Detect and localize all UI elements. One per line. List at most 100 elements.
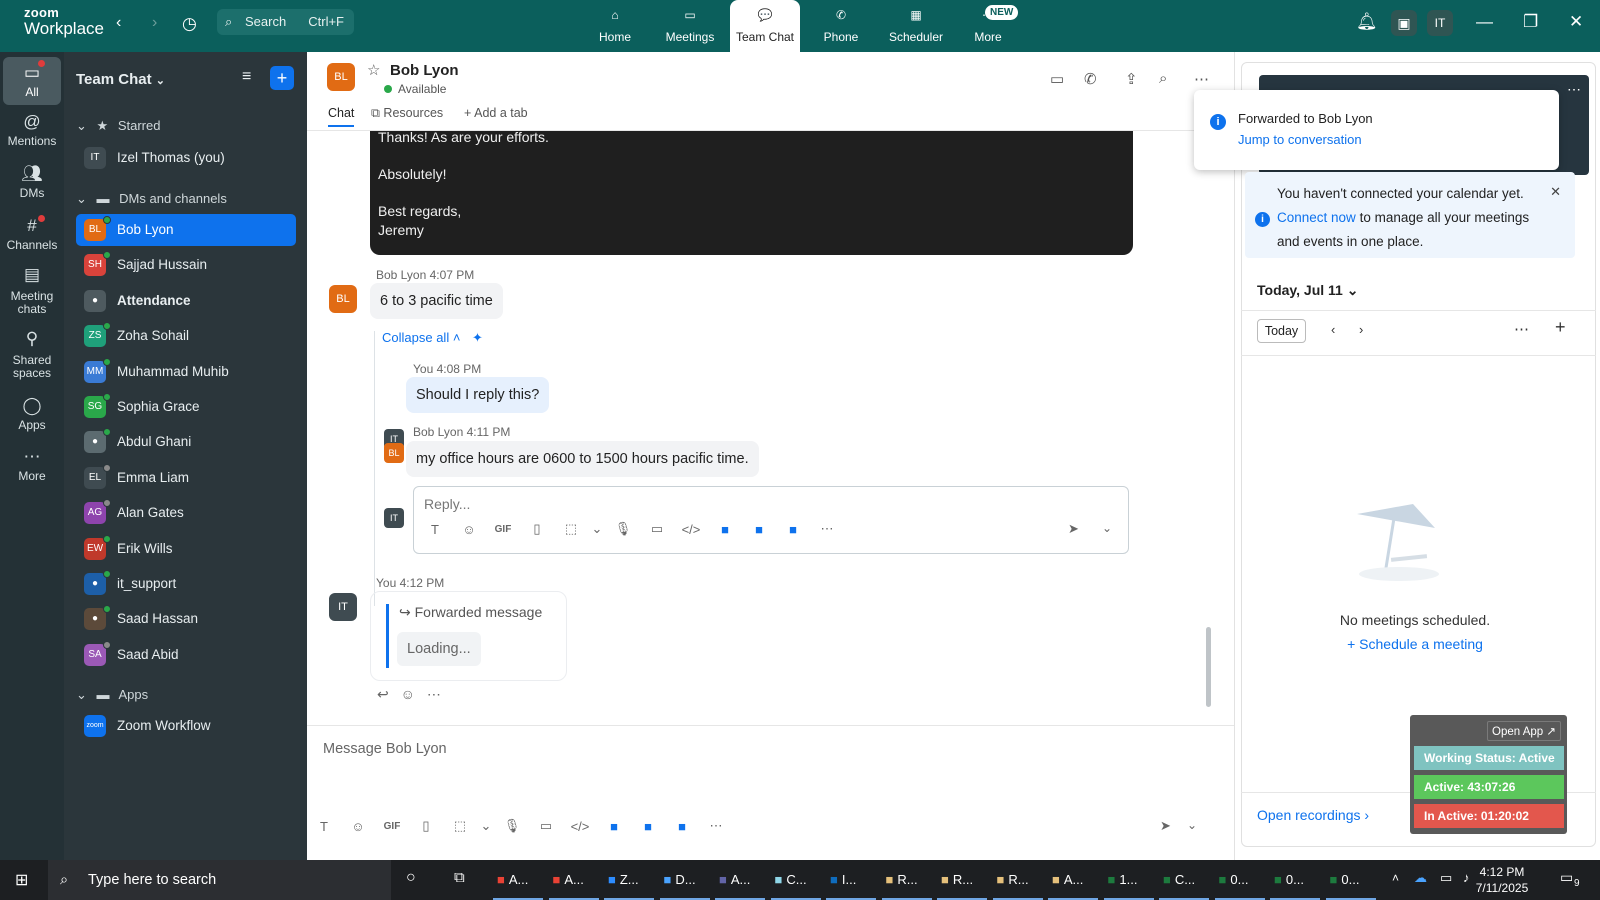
video-message-icon[interactable]: ▭: [640, 521, 674, 537]
sidebar-item[interactable]: ● it_support: [76, 568, 296, 600]
rail-all[interactable]: ▭ All: [3, 57, 61, 105]
forward-arrow-icon[interactable]: ›: [152, 14, 157, 32]
phone-icon[interactable]: ✆: [1084, 70, 1097, 88]
text-format-icon[interactable]: T: [418, 522, 452, 537]
tab-meetings[interactable]: ▭ Meetings: [655, 0, 725, 52]
code-icon[interactable]: </>: [563, 819, 597, 834]
rail-more[interactable]: ⋯ More: [3, 447, 61, 483]
connect-now-link[interactable]: Connect now: [1277, 210, 1356, 225]
close-icon[interactable]: ✕: [1550, 184, 1561, 200]
sidebar-item[interactable]: zoom Zoom Workflow: [76, 710, 296, 742]
taskbar-app[interactable]: ■ C...: [770, 864, 821, 900]
taskbar-app[interactable]: ■ A...: [1048, 864, 1098, 900]
chevron-down-icon[interactable]: ⌄: [1102, 521, 1112, 535]
audio-icon[interactable]: 🎙︎: [606, 521, 640, 537]
tab-resources[interactable]: ⧉ Resources: [371, 106, 443, 121]
rail-shared-spaces[interactable]: ⚲ Shared spaces: [3, 330, 61, 380]
schedule-meeting-link[interactable]: + Schedule a meeting: [1235, 636, 1595, 652]
send-icon[interactable]: ➤: [1068, 521, 1079, 537]
taskbar-app[interactable]: ■ 1...: [1103, 864, 1154, 900]
forwarded-message-card[interactable]: ↪ Forwarded message Loading...: [370, 591, 567, 681]
tab-chat[interactable]: Chat: [328, 106, 355, 127]
more-icon[interactable]: ⋯: [810, 521, 844, 537]
video-call-icon[interactable]: ▭: [1050, 70, 1064, 88]
app-2-icon[interactable]: ■: [631, 819, 665, 834]
chevron-right-icon[interactable]: ›: [1359, 322, 1363, 337]
video-message-icon[interactable]: ▭: [529, 818, 563, 834]
gift-icon[interactable]: ▣: [1391, 10, 1417, 36]
rail-mentions[interactable]: @ Mentions: [3, 112, 61, 148]
sidebar-item[interactable]: SA Saad Abid: [76, 639, 296, 671]
jump-to-conversation-link[interactable]: Jump to conversation: [1238, 132, 1362, 147]
sidebar-item[interactable]: ● Abdul Ghani: [76, 426, 296, 458]
sidebar-item[interactable]: MM Muhammad Muhib: [76, 356, 296, 388]
code-icon[interactable]: </>: [674, 522, 708, 537]
contact-name[interactable]: Bob Lyon: [390, 62, 459, 79]
taskbar-app[interactable]: ■ 0...: [1270, 864, 1320, 900]
app-1-icon[interactable]: ■: [597, 819, 631, 834]
taskbar-app[interactable]: ■ Z...: [604, 864, 654, 900]
chevron-down-icon[interactable]: ⌄: [588, 521, 606, 537]
more-options-icon[interactable]: ⋯: [1194, 70, 1209, 88]
tab-team-chat[interactable]: 💬 Team Chat: [730, 0, 800, 52]
taskbar-search[interactable]: ⌕ Type here to search: [48, 860, 391, 900]
more-icon[interactable]: ⋯: [427, 686, 441, 702]
message-composer[interactable]: Message Bob Lyon T ☺ GIF ▯ ⬚ ⌄ 🎙︎ ▭ </> …: [307, 725, 1234, 860]
app-3-icon[interactable]: ■: [776, 522, 810, 537]
emoji-icon[interactable]: ☺: [341, 819, 375, 834]
restore-icon[interactable]: ❐: [1523, 12, 1538, 32]
taskbar-app[interactable]: ■ I...: [826, 864, 876, 900]
audio-icon[interactable]: 🎙︎: [495, 818, 529, 834]
taskbar-app[interactable]: ■ 0...: [1325, 864, 1376, 900]
sidebar-title[interactable]: Team Chat ⌄: [76, 71, 165, 88]
taskbar-app[interactable]: ■ R...: [881, 864, 932, 900]
star-icon[interactable]: ☆: [367, 61, 380, 79]
taskbar-app[interactable]: ■ 0...: [1214, 864, 1265, 900]
tab-scheduler[interactable]: ▦ Scheduler: [881, 0, 951, 52]
more-icon[interactable]: ⋯: [699, 818, 733, 834]
new-chat-button[interactable]: +: [270, 66, 294, 90]
taskbar-app[interactable]: ■ R...: [992, 864, 1043, 900]
sidebar-item[interactable]: SG Sophia Grace: [76, 391, 296, 423]
sidebar-item[interactable]: EW Erik Wills: [76, 533, 296, 565]
contact-avatar[interactable]: BL: [327, 63, 355, 91]
gif-button[interactable]: GIF: [375, 821, 409, 832]
search-icon[interactable]: ⌕: [1159, 70, 1167, 87]
sidebar-item[interactable]: BL Bob Lyon: [76, 214, 296, 246]
chevron-down-icon[interactable]: ⌄: [477, 818, 495, 834]
clock[interactable]: 4:12 PM 7/11/2025: [1470, 864, 1534, 896]
app-1-icon[interactable]: ■: [708, 522, 742, 537]
sidebar-item[interactable]: AG Alan Gates: [76, 497, 296, 529]
date-header[interactable]: Today, Jul 11 ⌄: [1257, 282, 1358, 299]
more-icon[interactable]: ⋯: [1567, 81, 1581, 98]
rail-dms[interactable]: 👥︎ DMs: [3, 164, 61, 200]
add-tab-button[interactable]: + Add a tab: [464, 106, 528, 120]
app-3-icon[interactable]: ■: [665, 819, 699, 834]
open-app-button[interactable]: Open App ↗: [1487, 721, 1561, 741]
plus-icon[interactable]: +: [1555, 317, 1566, 338]
taskbar-app[interactable]: ■ A...: [493, 864, 543, 900]
cortana-icon[interactable]: ○: [406, 869, 416, 887]
search-box[interactable]: ⌕ Search Ctrl+F: [217, 9, 354, 35]
chevron-down-icon[interactable]: ⌄: [1187, 818, 1197, 832]
file-icon[interactable]: ▯: [409, 818, 443, 834]
file-icon[interactable]: ▯: [520, 521, 554, 537]
history-icon[interactable]: ◷: [182, 14, 197, 34]
sidebar-item[interactable]: ● Saad Hassan: [76, 603, 296, 635]
app-2-icon[interactable]: ■: [742, 522, 776, 537]
chevron-up-icon[interactable]: ˄: [1392, 871, 1399, 885]
rail-apps[interactable]: ◯ Apps: [3, 396, 61, 432]
thread-reply-box[interactable]: Reply... T ☺ GIF ▯ ⬚ ⌄ 🎙︎ ▭ </> ■ ■ ■ ⋯ …: [413, 486, 1129, 554]
notifications-icon[interactable]: ▭: [1560, 869, 1573, 886]
bell-icon[interactable]: 🔔︎: [1356, 12, 1378, 32]
tab-phone[interactable]: ✆ Phone: [806, 0, 876, 52]
emoji-icon[interactable]: ☺: [452, 522, 486, 537]
sidebar-item[interactable]: SH Sajjad Hussain: [76, 249, 296, 281]
windows-start-icon[interactable]: ⊞: [15, 870, 28, 890]
network-icon[interactable]: ▭: [1440, 870, 1452, 886]
chevron-left-icon[interactable]: ‹: [1331, 322, 1335, 337]
rail-channels[interactable]: # Channels: [3, 216, 61, 252]
section-apps[interactable]: ⌄ ▬ Apps: [76, 687, 148, 703]
open-recordings-link[interactable]: Open recordings ›: [1257, 807, 1369, 823]
onedrive-icon[interactable]: ☁: [1414, 870, 1427, 886]
